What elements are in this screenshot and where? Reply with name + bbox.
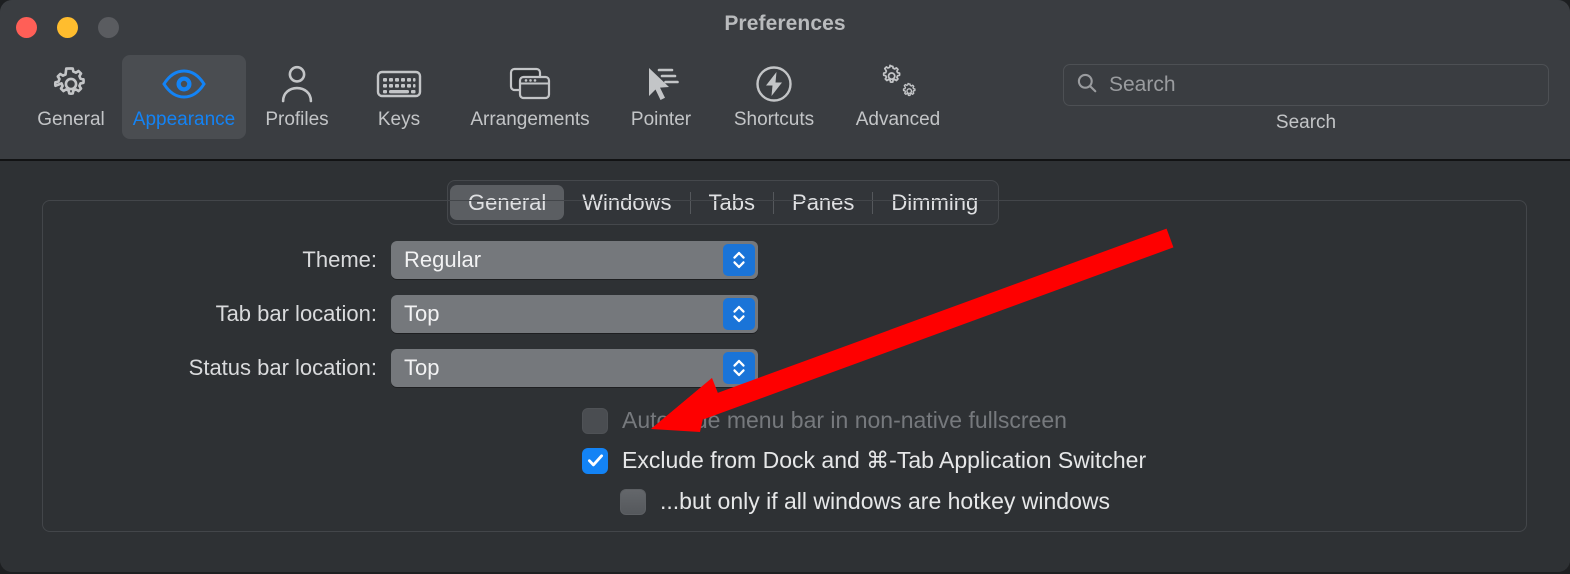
toolbar-item-arrangements[interactable]: Arrangements <box>450 55 610 139</box>
toolbar-item-profiles[interactable]: Profiles <box>246 55 348 139</box>
theme-label: Theme: <box>302 247 377 272</box>
checkbox-label: Exclude from Dock and ⌘-Tab Application … <box>622 447 1147 473</box>
settings-panel: Theme: Regular Tab bar location: Top Sta… <box>42 200 1527 532</box>
window-title: Preferences <box>724 12 846 35</box>
bolt-circle-icon <box>753 61 795 107</box>
chevron-updown-icon[interactable] <box>723 352 755 384</box>
windows-icon <box>507 61 553 107</box>
checkbox-unchecked-icon[interactable] <box>620 488 646 515</box>
checkbox-unchecked-icon[interactable] <box>582 407 608 434</box>
toolbar-item-label: Arrangements <box>470 109 590 130</box>
tab-bar-location-label: Tab bar location: <box>215 301 377 326</box>
checkbox-row-auto-hide-menu-bar[interactable]: Auto-hide menu bar in non-native fullscr… <box>582 407 1067 434</box>
preferences-window: Preferences General Appearance Profiles … <box>0 0 1570 572</box>
checkbox-label: ...but only if all windows are hotkey wi… <box>660 488 1110 514</box>
cursor-icon <box>640 61 682 107</box>
form-row-tab-bar-location: Tab bar location: Top <box>127 295 758 333</box>
eye-icon <box>161 61 207 107</box>
search-caption: Search <box>1275 112 1337 133</box>
checkbox-row-only-hotkey-windows[interactable]: ...but only if all windows are hotkey wi… <box>620 488 1110 515</box>
toolbar: Preferences General Appearance Profiles … <box>0 0 1570 161</box>
status-bar-location-dropdown[interactable]: Top <box>391 349 758 387</box>
search-icon <box>1076 72 1098 99</box>
keyboard-icon <box>376 61 422 107</box>
tab-bar-location-dropdown[interactable]: Top <box>391 295 758 333</box>
toolbar-item-label: Pointer <box>630 109 692 130</box>
chevron-updown-icon[interactable] <box>723 298 755 330</box>
toolbar-item-label: General <box>37 109 105 130</box>
theme-value: Regular <box>404 247 482 272</box>
search-field[interactable]: Search <box>1063 64 1549 106</box>
form-row-status-bar-location: Status bar location: Top <box>127 349 758 387</box>
preferences-body: General Windows Tabs Panes Dimming Theme… <box>0 161 1570 572</box>
toolbar-items: General Appearance Profiles Keys Arrange… <box>20 55 960 139</box>
toolbar-item-keys[interactable]: Keys <box>348 55 450 139</box>
toolbar-item-label: Advanced <box>855 109 941 130</box>
toolbar-item-pointer[interactable]: Pointer <box>610 55 712 139</box>
status-bar-location-label: Status bar location: <box>188 355 377 380</box>
toolbar-item-label: Profiles <box>265 109 329 130</box>
theme-dropdown[interactable]: Regular <box>391 241 758 279</box>
checkbox-label: Auto-hide menu bar in non-native fullscr… <box>622 407 1067 433</box>
person-icon <box>277 61 317 107</box>
toolbar-item-advanced[interactable]: Advanced <box>836 55 960 139</box>
toolbar-item-label: Shortcuts <box>733 109 815 130</box>
form-row-theme: Theme: Regular <box>127 241 758 279</box>
status-bar-location-value: Top <box>404 355 440 380</box>
toolbar-item-label: Appearance <box>132 109 236 130</box>
gear-icon <box>50 61 92 107</box>
search-input-placeholder: Search <box>1109 73 1176 96</box>
search-area: Search Search <box>1063 64 1549 134</box>
gears-icon <box>874 61 922 107</box>
toolbar-item-shortcuts[interactable]: Shortcuts <box>712 55 836 139</box>
toolbar-item-label: Keys <box>377 109 421 130</box>
toolbar-item-appearance[interactable]: Appearance <box>122 55 246 139</box>
chevron-updown-icon[interactable] <box>723 244 755 276</box>
toolbar-item-general[interactable]: General <box>20 55 122 139</box>
checkbox-row-exclude-from-dock[interactable]: Exclude from Dock and ⌘-Tab Application … <box>582 447 1146 474</box>
tab-bar-location-value: Top <box>404 301 440 326</box>
checkbox-checked-icon[interactable] <box>582 447 608 474</box>
